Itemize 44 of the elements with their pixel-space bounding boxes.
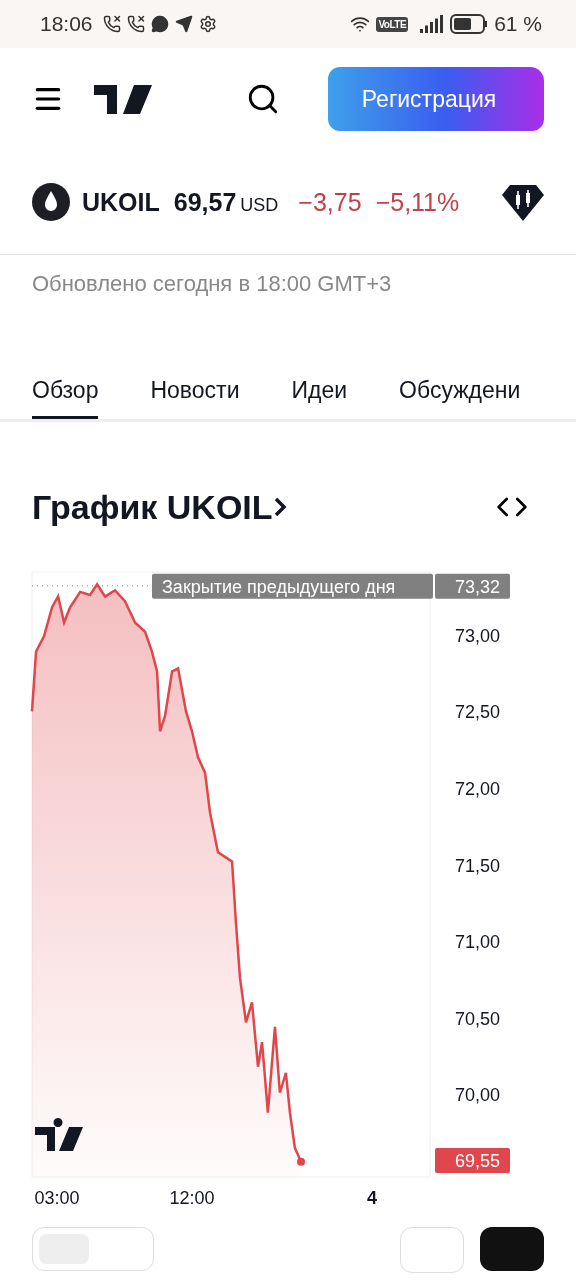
search-icon[interactable] [246, 82, 280, 116]
tab[interactable]: Обсуждени [399, 365, 521, 419]
updated-time: Обновлено сегодня в 18:00 GMT+3 [31, 270, 393, 298]
register-button[interactable]: Регистрация [328, 67, 544, 131]
chevron-icon[interactable] [272, 495, 287, 519]
missed-call-icon [102, 15, 121, 33]
candlestick-diamond-icon[interactable] [502, 183, 544, 221]
y-tick-label: 72,50 [454, 702, 500, 723]
chart-logo-icon [35, 1118, 83, 1151]
y-tick-label: 71,50 [454, 855, 500, 876]
x-tick-label: 12:00 [169, 1188, 215, 1208]
currency: USD [240, 194, 279, 216]
last-price-dot [297, 1157, 306, 1166]
y-tick-label: 70,50 [454, 1008, 500, 1029]
price-change: −3,75 [298, 187, 362, 217]
price: 69,57 [173, 187, 237, 217]
signal-icon [420, 15, 445, 33]
chat-bubble-icon [150, 15, 169, 33]
battery-percent: 61 % [494, 12, 542, 36]
paper-plane-icon [174, 15, 193, 33]
tab[interactable]: Обзор [32, 365, 99, 419]
last-price-tag: 69,55 [435, 1148, 510, 1173]
previous-close-label: Закрытие предыдущего дня [152, 573, 433, 599]
symbol-name: UKOIL [82, 187, 160, 217]
network-badge: VoLTE [376, 16, 409, 32]
tab[interactable]: Идеи [291, 365, 348, 419]
logo-icon[interactable] [94, 84, 152, 114]
previous-close-price-tag: 73,32 [435, 573, 510, 599]
status-time: 18:06 [40, 12, 93, 36]
day-label: 4 [366, 1188, 377, 1208]
wifi-icon [350, 14, 371, 34]
chart-title[interactable]: График UKOIL [32, 487, 273, 527]
price-change-percent: −5,11% [375, 187, 460, 217]
x-tick-label: 03:00 [34, 1188, 80, 1208]
missed-call-icon [126, 15, 145, 33]
y-tick-label: 70,00 [454, 1085, 500, 1106]
y-tick-label: 73,00 [454, 625, 500, 646]
battery-icon [450, 14, 489, 34]
tab[interactable]: Новости [150, 365, 240, 419]
y-tick-label: 71,00 [454, 932, 500, 953]
y-tick-label: 72,00 [454, 778, 500, 799]
chart-type-button[interactable] [480, 1227, 544, 1271]
gear-icon [198, 15, 217, 33]
drop-icon [32, 183, 70, 221]
